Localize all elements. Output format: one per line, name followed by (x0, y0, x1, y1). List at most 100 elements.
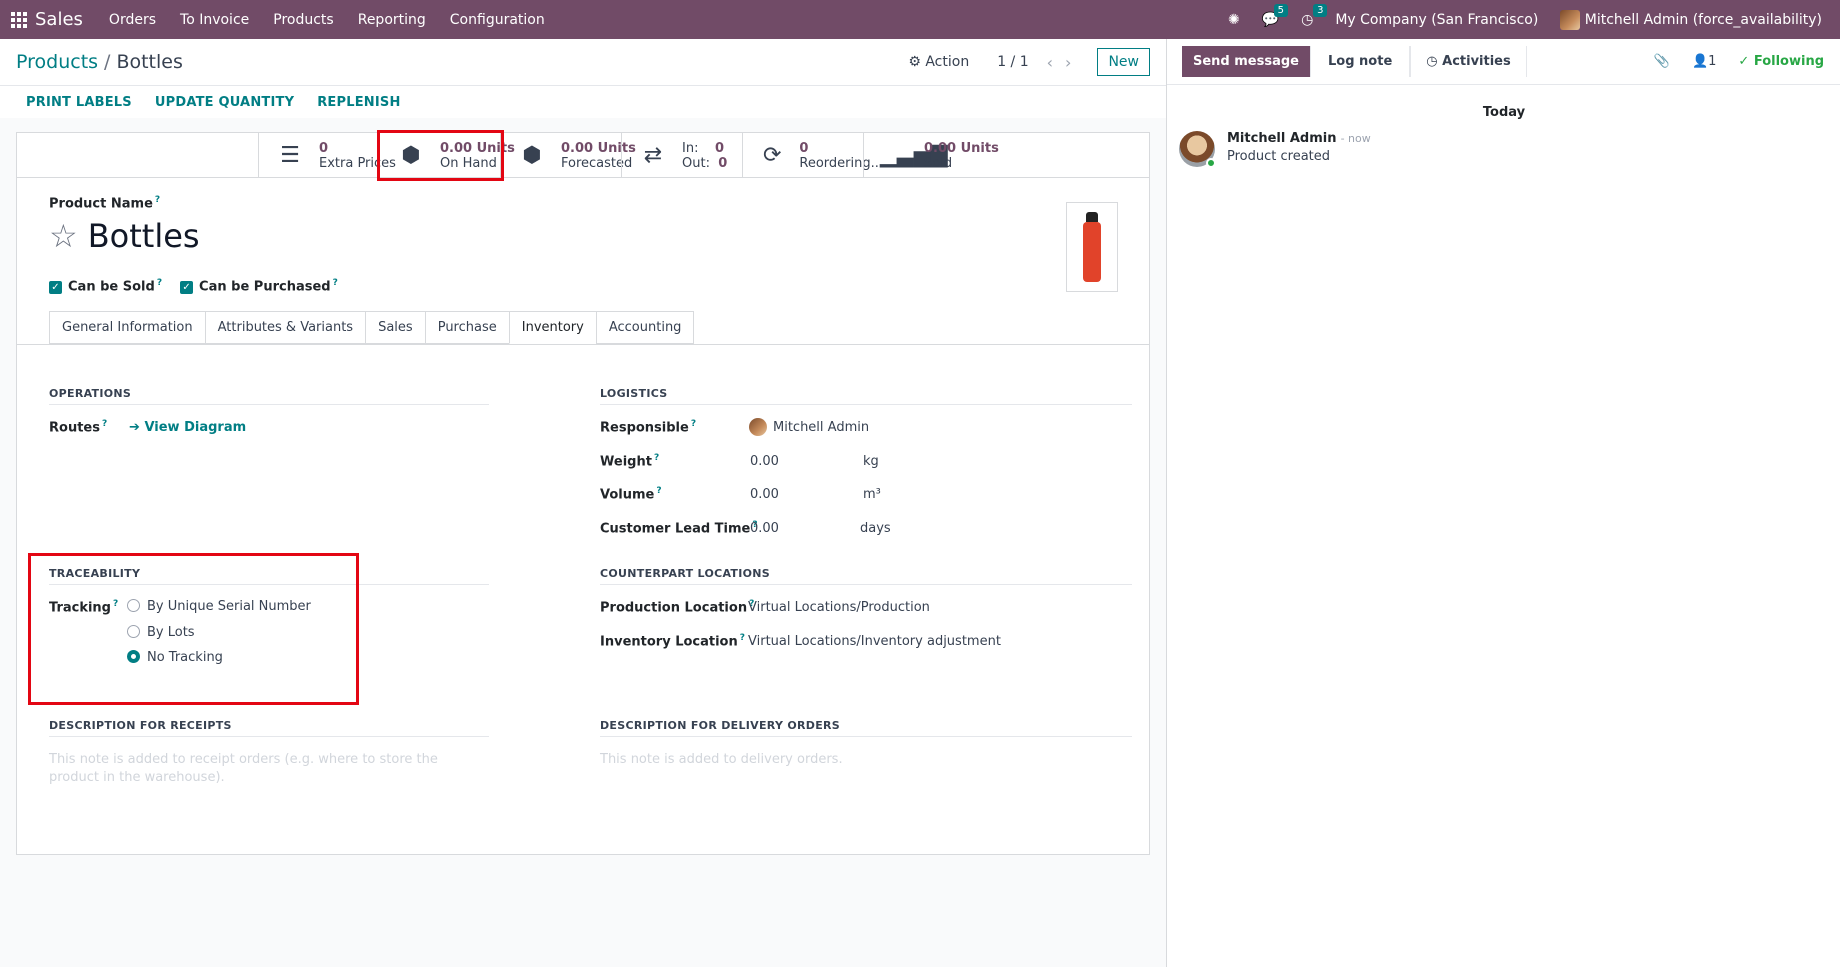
operations-section-title: OPERATIONS (49, 387, 489, 405)
help-tooltip[interactable]: ? (333, 278, 338, 288)
menu-products[interactable]: Products (273, 12, 333, 28)
notebook-tabs: General Information Attributes & Variant… (49, 311, 695, 344)
check-icon: ✓ (180, 281, 194, 295)
product-flags: ✓ Can be Sold? ✓ Can be Purchased? (49, 278, 338, 295)
activities-clock-icon[interactable]: ◷ 3 (1301, 3, 1328, 28)
production-location-field[interactable]: Virtual Locations/Production (748, 600, 930, 615)
gear-icon: ⚙ (908, 54, 921, 70)
messages-badge: 5 (1273, 3, 1289, 17)
favorite-star-icon[interactable]: ☆ (49, 220, 78, 252)
sold-button[interactable]: ▁▃▅▇ 0.00 Units Sold (863, 133, 1004, 178)
can-be-purchased-label: Can be Purchased (199, 279, 331, 295)
menu-configuration[interactable]: Configuration (450, 12, 545, 28)
following-button[interactable]: ✓ Following (1738, 54, 1824, 69)
in-value: 0 (714, 140, 725, 156)
online-status-dot (1206, 158, 1216, 168)
breadcrumb-products-link[interactable]: Products (16, 51, 98, 73)
product-image[interactable] (1066, 202, 1118, 292)
company-switcher[interactable]: My Company (San Francisco) (1335, 12, 1538, 28)
help-tooltip[interactable]: ? (654, 453, 659, 463)
routes-label-text: Routes (49, 420, 100, 436)
responsible-avatar (749, 418, 767, 436)
delivery-description-input[interactable]: This note is added to delivery orders. (600, 751, 1132, 769)
apps-menu-icon[interactable] (11, 11, 27, 28)
send-message-button[interactable]: Send message (1182, 46, 1310, 77)
menu-to-invoice[interactable]: To Invoice (180, 12, 249, 28)
pager-value[interactable]: 1 / 1 (997, 54, 1028, 70)
reordering-button[interactable]: ⟳ 0 Reordering... (742, 133, 883, 178)
can-be-purchased-checkbox[interactable]: ✓ Can be Purchased? (180, 278, 338, 295)
tab-attributes-variants[interactable]: Attributes & Variants (204, 311, 366, 344)
can-be-sold-label: Can be Sold (68, 279, 155, 295)
responsible-value: Mitchell Admin (773, 419, 870, 435)
weight-unit: kg (863, 454, 879, 469)
in-out-button[interactable]: ⇄ In: 0 Out: 0 (621, 133, 762, 178)
can-be-sold-checkbox[interactable]: ✓ Can be Sold? (49, 278, 162, 295)
lead-time-unit: days (860, 521, 891, 536)
customer-lead-time-field[interactable]: 0.00 (750, 521, 779, 536)
pager-previous-icon[interactable]: ‹ (1047, 53, 1053, 72)
chatter-message: Mitchell Admin - now Product created (1179, 131, 1371, 168)
followers-button[interactable]: 👤1 (1692, 54, 1716, 69)
view-diagram-link[interactable]: ➔ View Diagram (129, 420, 246, 435)
cubes-icon: ⬢ (522, 143, 542, 168)
new-button[interactable]: New (1097, 48, 1150, 76)
tab-sales[interactable]: Sales (365, 311, 425, 344)
customer-lead-time-label: Customer Lead Time (600, 521, 751, 537)
tab-general-information[interactable]: General Information (49, 311, 205, 344)
user-name: Mitchell Admin (force_availability) (1584, 11, 1822, 28)
action-menu-button[interactable]: ⚙ Action (908, 54, 969, 70)
tab-accounting[interactable]: Accounting (595, 311, 695, 344)
tab-purchase[interactable]: Purchase (424, 311, 509, 344)
weight-label: Weight (600, 454, 652, 470)
help-tooltip[interactable]: ? (155, 195, 160, 205)
responsible-field[interactable]: Mitchell Admin (749, 418, 869, 436)
forecasted-button[interactable]: ⬢ 0.00 Units Forecasted (500, 133, 641, 178)
log-note-button[interactable]: Log note (1310, 46, 1411, 77)
update-quantity-button[interactable]: UPDATE QUANTITY (155, 95, 294, 110)
check-icon: ✓ (49, 281, 62, 295)
tab-divider (17, 344, 1149, 345)
product-title-block: Product Name? ☆ Bottles (49, 195, 200, 255)
refresh-icon: ⟳ (762, 143, 782, 168)
product-name-field[interactable]: Bottles (88, 217, 200, 255)
receipts-description-title: DESCRIPTION FOR RECEIPTS (49, 719, 489, 737)
help-tooltip[interactable]: ? (656, 486, 661, 496)
view-diagram-label: View Diagram (144, 420, 247, 435)
receipts-description-input[interactable]: This note is added to receipt orders (e.… (49, 751, 489, 787)
message-author[interactable]: Mitchell Admin (1227, 131, 1336, 146)
help-tooltip[interactable]: ? (691, 419, 696, 429)
inventory-location-field[interactable]: Virtual Locations/Inventory adjustment (748, 634, 1001, 649)
in-label: In: (682, 140, 699, 156)
delivery-description-title: DESCRIPTION FOR DELIVERY ORDERS (600, 719, 1132, 737)
inventory-location-label: Inventory Location (600, 634, 738, 650)
help-tooltip[interactable]: ? (157, 278, 162, 288)
replenish-button[interactable]: REPLENISH (317, 95, 400, 110)
sold-value: 0.00 Units (924, 140, 999, 156)
print-labels-button[interactable]: PRINT LABELS (26, 95, 132, 110)
volume-field[interactable]: 0.00 (750, 487, 779, 502)
debug-icon[interactable]: ✺ (1228, 12, 1240, 28)
pager-next-icon[interactable]: › (1065, 53, 1071, 72)
check-icon: ✓ (1738, 54, 1750, 69)
weight-field[interactable]: 0.00 (750, 454, 779, 469)
menu-orders[interactable]: Orders (109, 12, 156, 28)
smart-button-box: ☰ 0 Extra Prices ⬢ 0.00 Units On Hand ⬢ 0.… (17, 133, 1149, 178)
sold-label: Sold (924, 155, 953, 171)
help-tooltip[interactable]: ? (102, 419, 107, 429)
activities-button[interactable]: ◷ Activities (1410, 46, 1527, 77)
product-name-label: Product Name (49, 196, 153, 212)
menu-reporting[interactable]: Reporting (358, 12, 426, 28)
activities-label: Activities (1442, 54, 1511, 69)
arrow-right-icon: ➔ (129, 420, 140, 435)
tab-inventory[interactable]: Inventory (508, 311, 596, 344)
author-avatar[interactable] (1179, 131, 1216, 168)
help-tooltip[interactable]: ? (740, 633, 745, 643)
date-separator: Today (1482, 105, 1526, 120)
user-menu[interactable]: Mitchell Admin (force_availability) (1560, 9, 1822, 30)
attachment-paperclip-icon[interactable]: 📎 (1654, 54, 1670, 69)
app-name[interactable]: Sales (35, 9, 83, 30)
breadcrumb-current: Bottles (116, 51, 183, 73)
clock-icon: ◷ (1426, 54, 1438, 69)
messages-icon[interactable]: 💬 5 (1262, 3, 1289, 28)
